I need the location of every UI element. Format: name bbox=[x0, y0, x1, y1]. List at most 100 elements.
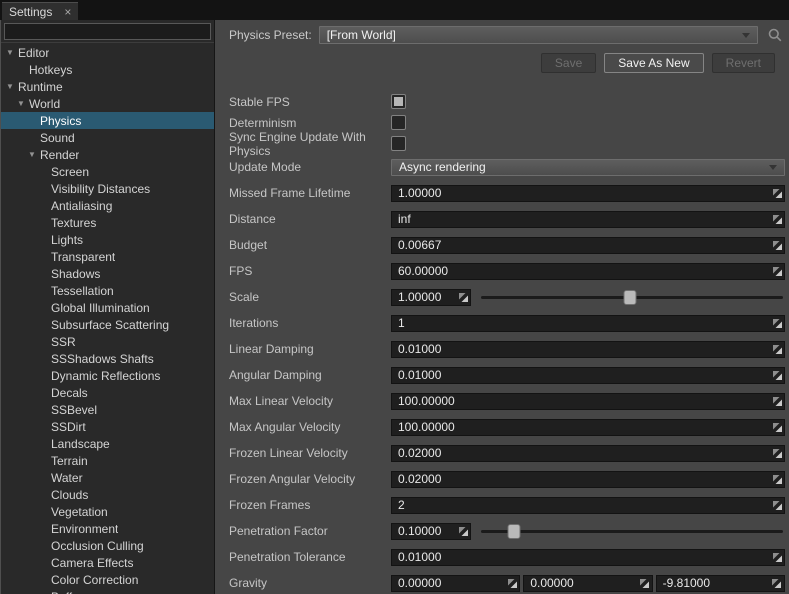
value-drag-icon[interactable] bbox=[770, 475, 784, 484]
value-drag-icon[interactable] bbox=[770, 449, 784, 458]
sidebar-item-water[interactable]: Water bbox=[1, 469, 214, 486]
sidebar-item-ssshadows-shafts[interactable]: SSShadows Shafts bbox=[1, 350, 214, 367]
penetration-factor-slider[interactable] bbox=[481, 523, 785, 540]
save-as-new-button[interactable]: Save As New bbox=[604, 53, 703, 73]
sidebar-item-physics[interactable]: Physics bbox=[1, 112, 214, 129]
sidebar-item-occlusion-culling[interactable]: Occlusion Culling bbox=[1, 537, 214, 554]
slider-track[interactable] bbox=[481, 530, 783, 533]
value-drag-icon[interactable] bbox=[770, 241, 784, 250]
expand-arrow-icon[interactable]: ▼ bbox=[6, 48, 18, 57]
sidebar-item-lights[interactable]: Lights bbox=[1, 231, 214, 248]
value-drag-icon[interactable] bbox=[770, 371, 784, 380]
setting-label: Sync Engine Update With Physics bbox=[229, 130, 391, 158]
sync-engine-update-with-physics-checkbox[interactable] bbox=[391, 136, 406, 151]
value-input[interactable] bbox=[392, 550, 770, 564]
value-input[interactable] bbox=[392, 316, 770, 330]
value-input[interactable] bbox=[392, 238, 770, 252]
tab-bar: Settings × bbox=[0, 0, 789, 20]
sidebar-item-render[interactable]: ▼Render bbox=[1, 146, 214, 163]
value-input[interactable] bbox=[392, 446, 770, 460]
sidebar-item-clouds[interactable]: Clouds bbox=[1, 486, 214, 503]
slider-handle[interactable] bbox=[623, 290, 636, 305]
value-drag-icon[interactable] bbox=[770, 267, 784, 276]
value-drag-icon[interactable] bbox=[770, 319, 784, 328]
value-drag-icon[interactable] bbox=[456, 293, 470, 302]
setting-control bbox=[391, 419, 785, 436]
sidebar-item-runtime[interactable]: ▼Runtime bbox=[1, 78, 214, 95]
determinism-checkbox[interactable] bbox=[391, 115, 406, 130]
update-mode-dropdown[interactable]: Async rendering bbox=[391, 159, 785, 176]
setting-control bbox=[391, 549, 785, 566]
tab-settings[interactable]: Settings × bbox=[2, 2, 78, 20]
sidebar-item-environment[interactable]: Environment bbox=[1, 520, 214, 537]
value-input[interactable] bbox=[392, 576, 505, 590]
search-icon[interactable] bbox=[765, 25, 785, 45]
value-input[interactable] bbox=[524, 576, 637, 590]
expand-arrow-icon[interactable]: ▼ bbox=[28, 150, 40, 159]
sidebar-item-ssdirt[interactable]: SSDirt bbox=[1, 418, 214, 435]
sidebar-item-dynamic-reflections[interactable]: Dynamic Reflections bbox=[1, 367, 214, 384]
value-drag-icon[interactable] bbox=[638, 579, 652, 588]
value-input[interactable] bbox=[392, 186, 770, 200]
value-input[interactable] bbox=[392, 472, 770, 486]
sidebar-item-camera-effects[interactable]: Camera Effects bbox=[1, 554, 214, 571]
value-input[interactable] bbox=[657, 576, 770, 590]
value-drag-icon[interactable] bbox=[770, 501, 784, 510]
tree-filter-container bbox=[1, 20, 214, 43]
sidebar-item-visibility-distances[interactable]: Visibility Distances bbox=[1, 180, 214, 197]
sidebar-item-transparent[interactable]: Transparent bbox=[1, 248, 214, 265]
value-input[interactable] bbox=[392, 290, 456, 304]
tree-item-label: Editor bbox=[18, 46, 49, 60]
sidebar-item-tessellation[interactable]: Tessellation bbox=[1, 282, 214, 299]
value-drag-icon[interactable] bbox=[456, 527, 470, 536]
value-drag-icon[interactable] bbox=[770, 553, 784, 562]
sidebar-item-decals[interactable]: Decals bbox=[1, 384, 214, 401]
sidebar-item-screen[interactable]: Screen bbox=[1, 163, 214, 180]
sidebar-item-subsurface-scattering[interactable]: Subsurface Scattering bbox=[1, 316, 214, 333]
scale-slider[interactable] bbox=[481, 289, 785, 306]
sidebar-item-editor[interactable]: ▼Editor bbox=[1, 44, 214, 61]
value-drag-icon[interactable] bbox=[770, 579, 784, 588]
sidebar-item-color-correction[interactable]: Color Correction bbox=[1, 571, 214, 588]
close-icon[interactable]: × bbox=[64, 6, 71, 18]
stable-fps-checkbox[interactable] bbox=[391, 94, 406, 109]
value-drag-icon[interactable] bbox=[770, 397, 784, 406]
sidebar-item-shadows[interactable]: Shadows bbox=[1, 265, 214, 282]
revert-button[interactable]: Revert bbox=[712, 53, 775, 73]
expand-arrow-icon[interactable]: ▼ bbox=[6, 82, 18, 91]
sidebar-item-global-illumination[interactable]: Global Illumination bbox=[1, 299, 214, 316]
setting-row-frozen-angular-velocity: Frozen Angular Velocity bbox=[229, 466, 785, 492]
value-drag-icon[interactable] bbox=[770, 189, 784, 198]
sidebar-item-hotkeys[interactable]: Hotkeys bbox=[1, 61, 214, 78]
value-drag-icon[interactable] bbox=[770, 423, 784, 432]
sidebar-item-vegetation[interactable]: Vegetation bbox=[1, 503, 214, 520]
setting-control bbox=[391, 497, 785, 514]
value-drag-icon[interactable] bbox=[770, 215, 784, 224]
tree-filter-input[interactable] bbox=[4, 23, 211, 40]
physics-preset-dropdown[interactable]: [From World] bbox=[319, 26, 758, 44]
value-input[interactable] bbox=[392, 212, 770, 226]
sidebar-item-landscape[interactable]: Landscape bbox=[1, 435, 214, 452]
slider-handle[interactable] bbox=[508, 524, 521, 539]
save-button[interactable]: Save bbox=[541, 53, 596, 73]
value-input[interactable] bbox=[392, 420, 770, 434]
value-drag-icon[interactable] bbox=[505, 579, 519, 588]
value-input[interactable] bbox=[392, 524, 456, 538]
value-input[interactable] bbox=[392, 498, 770, 512]
expand-arrow-icon[interactable]: ▼ bbox=[17, 99, 29, 108]
value-input[interactable] bbox=[392, 394, 770, 408]
tree-item-label: Transparent bbox=[51, 250, 115, 264]
sidebar-item-antialiasing[interactable]: Antialiasing bbox=[1, 197, 214, 214]
sidebar-item-terrain[interactable]: Terrain bbox=[1, 452, 214, 469]
value-drag-icon[interactable] bbox=[770, 345, 784, 354]
sidebar-item-buffers[interactable]: Buffers bbox=[1, 588, 214, 594]
value-input[interactable] bbox=[392, 342, 770, 356]
sidebar-item-ssbevel[interactable]: SSBevel bbox=[1, 401, 214, 418]
sidebar-item-ssr[interactable]: SSR bbox=[1, 333, 214, 350]
sidebar-item-sound[interactable]: Sound bbox=[1, 129, 214, 146]
setting-control bbox=[391, 445, 785, 462]
sidebar-item-world[interactable]: ▼World bbox=[1, 95, 214, 112]
sidebar-item-textures[interactable]: Textures bbox=[1, 214, 214, 231]
value-input[interactable] bbox=[392, 368, 770, 382]
value-input[interactable] bbox=[392, 264, 770, 278]
